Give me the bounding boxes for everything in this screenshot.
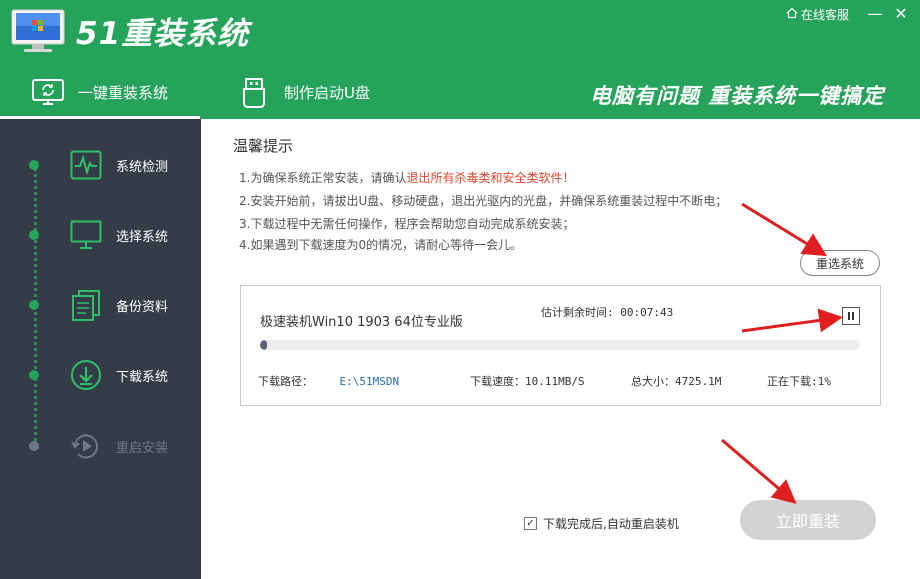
- reinstall-now-button[interactable]: 立即重装: [740, 500, 876, 540]
- step-select-system: 选择系统: [0, 210, 201, 260]
- tip-item: 2.安装开始前，请拔出U盘、移动硬盘，退出光驱内的光盘，并确保系统重装过程中不断…: [239, 192, 727, 209]
- monitor-icon: [68, 217, 104, 253]
- app-title: 51重装系统: [76, 16, 250, 52]
- tips-title: 温馨提示: [233, 137, 294, 155]
- download-path: 下载路径： E:\51MSDN: [258, 373, 399, 389]
- step-dot: [29, 370, 39, 380]
- reselect-system-button[interactable]: 重选系统: [800, 250, 880, 276]
- auto-restart-checkbox[interactable]: ✓: [524, 517, 537, 530]
- tip-item: 3.下载过程中无需任何操作，程序会帮助您自动完成系统安装；: [239, 215, 574, 232]
- tip-text: 4.如果遇到下载速度为0的情况，请耐心等待一会儿。: [239, 238, 523, 252]
- pause-icon: [848, 312, 850, 320]
- step-label: 备份资料: [116, 299, 169, 315]
- download-speed: 下载速度：10.11MB/S: [470, 375, 585, 388]
- tab-label: 一键重装系统: [78, 84, 169, 102]
- step-restart-install: 重启安装: [0, 421, 201, 471]
- step-label: 重启安装: [116, 440, 169, 456]
- step-label: 系统检测: [116, 159, 169, 175]
- step-dot: [29, 441, 39, 451]
- tab-label: 制作启动U盘: [284, 84, 370, 102]
- documents-icon: [68, 287, 104, 323]
- header-bar: 51重装系统 在线客服 — ✕ 一键重装系统 制作启动U盘 电脑有问题 重装系统…: [0, 0, 920, 119]
- step-dot: [29, 160, 39, 170]
- remaining-time: 估计剩余时间: 00:07:43: [541, 306, 674, 319]
- download-progress-fill: [260, 340, 268, 350]
- step-dot: [29, 300, 39, 310]
- total-size: 总大小：4725.1M: [631, 375, 722, 388]
- main-panel: 温馨提示 1.为确保系统正常安装，请确认退出所有杀毒类和安全类软件！ 2.安装开…: [201, 119, 920, 579]
- auto-restart-option[interactable]: ✓ 下载完成后,自动重启装机: [524, 515, 679, 532]
- minimize-button[interactable]: —: [864, 4, 886, 24]
- step-label: 选择系统: [116, 229, 169, 245]
- tip-text: 3.下载过程中无需任何操作，程序会帮助您自动完成系统安装；: [239, 217, 575, 231]
- restart-play-icon: [68, 428, 104, 464]
- step-backup: 备份资料: [0, 280, 201, 330]
- step-system-check: 系统检测: [0, 140, 201, 190]
- tip-text: 2.安装开始前，请拔出U盘、移动硬盘，退出光驱内的光盘，并确保系统重装过程中不断…: [239, 194, 728, 208]
- online-service-label: 在线客服: [801, 8, 850, 22]
- step-label: 下载系统: [116, 369, 169, 385]
- pulse-monitor-icon: [68, 147, 104, 183]
- tip-item: 4.如果遇到下载速度为0的情况，请耐心等待一会儿。: [239, 236, 522, 253]
- auto-restart-label: 下载完成后,自动重启装机: [543, 517, 679, 531]
- tip-item: 1.为确保系统正常安装，请确认退出所有杀毒类和安全类软件！: [239, 169, 574, 186]
- step-dot: [29, 230, 39, 240]
- download-icon: [68, 357, 104, 393]
- download-panel: 极速装机Win10 1903 64位专业版 估计剩余时间: 00:07:43 下…: [240, 285, 881, 406]
- step-sidebar: 系统检测 选择系统 备份资料 下载系统 重启安装: [0, 119, 201, 579]
- tab-one-click-reinstall[interactable]: 一键重装系统: [0, 66, 200, 119]
- refresh-monitor-icon: [30, 75, 66, 111]
- tab-make-usb[interactable]: 制作启动U盘: [236, 66, 370, 119]
- step-download: 下载系统: [0, 350, 201, 400]
- download-progress-bar: [260, 340, 860, 350]
- app-window: 51重装系统 在线客服 — ✕ 一键重装系统 制作启动U盘 电脑有问题 重装系统…: [0, 0, 920, 579]
- pause-button[interactable]: [842, 307, 860, 325]
- app-logo-icon: [10, 8, 66, 54]
- home-icon: [786, 7, 798, 22]
- slogan: 电脑有问题 重装系统一键搞定: [590, 83, 885, 108]
- pause-icon: [852, 312, 854, 320]
- download-system-name: 极速装机Win10 1903 64位专业版: [260, 315, 463, 330]
- download-path-label: 下载路径：: [258, 375, 313, 388]
- close-button[interactable]: ✕: [890, 4, 912, 24]
- usb-icon: [236, 75, 272, 111]
- download-status: 正在下载:1%: [767, 375, 831, 388]
- tip-warning: 退出所有杀毒类和安全类软件！: [406, 171, 575, 185]
- online-service-link[interactable]: 在线客服: [786, 6, 849, 23]
- tip-text: 1.为确保系统正常安装，请确认: [239, 171, 407, 185]
- download-path-value[interactable]: E:\51MSDN: [340, 375, 400, 388]
